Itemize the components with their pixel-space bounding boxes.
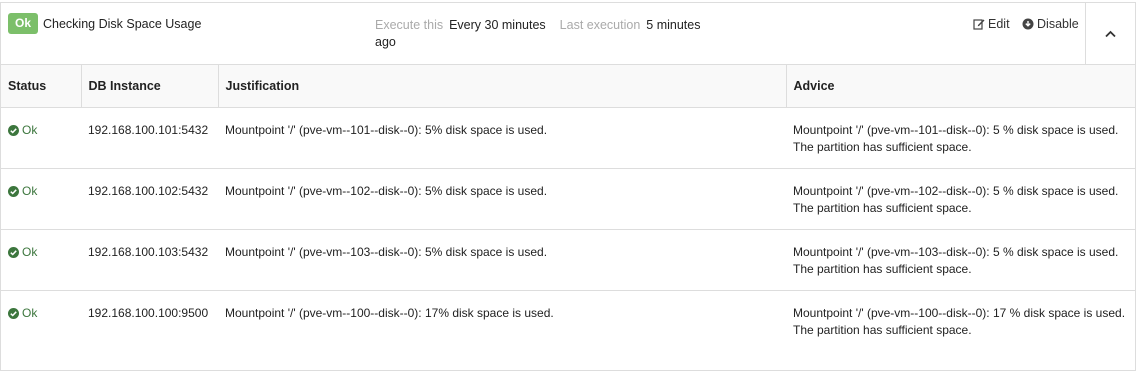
check-actions: Edit Disable (973, 17, 1079, 33)
last-execution-label: Last execution (559, 18, 641, 32)
execute-label: Execute this (375, 18, 444, 32)
edit-button[interactable]: Edit (973, 17, 1010, 31)
advice-cell: Mountpoint '/' (pve-vm--100--disk--0): 1… (793, 305, 1126, 337)
check-header: Ok Checking Disk Space Usage Execute thi… (1, 3, 1135, 65)
status-cell: Ok (1, 107, 81, 169)
advice-cell: Mountpoint '/' (pve-vm--101--disk--0): 5… (786, 107, 1135, 169)
justification-cell: Mountpoint '/' (pve-vm--102--disk--0): 5… (218, 168, 786, 230)
status-ok: Ok (8, 244, 37, 261)
db-instance-cell: 192.168.100.103:5432 (81, 229, 218, 291)
status-ok: Ok (8, 305, 37, 322)
disable-icon (1022, 18, 1034, 30)
check-circle-icon (8, 307, 19, 319)
status-cell: Ok (1, 168, 81, 230)
disable-button[interactable]: Disable (1022, 17, 1079, 31)
table-row: Ok 192.168.100.102:5432 Mountpoint '/' (… (1, 168, 1135, 230)
advice-cell: Mountpoint '/' (pve-vm--103--disk--0): 5… (786, 229, 1135, 291)
status-ok: Ok (8, 183, 37, 200)
ok-badge: Ok (8, 13, 39, 34)
disable-label: Disable (1037, 17, 1079, 31)
advice-cell: Mountpoint '/' (pve-vm--102--disk--0): 5… (786, 168, 1135, 230)
justification-cell: Mountpoint '/' (pve-vm--101--disk--0): 5… (218, 107, 786, 169)
chevron-up-icon (1105, 30, 1116, 37)
status-label: Ok (22, 305, 38, 320)
column-header-db-instance[interactable]: DB Instance (81, 65, 219, 108)
status-cell: Ok (1, 290, 81, 351)
status-label: Ok (22, 183, 38, 198)
check-circle-icon (8, 124, 19, 136)
status-cell: Ok (1, 229, 81, 291)
edit-icon (973, 19, 985, 30)
table-row: Ok 192.168.100.100:9500 Mountpoint '/' (… (1, 290, 1135, 351)
status-ok: Ok (8, 122, 37, 139)
collapse-button[interactable] (1085, 3, 1135, 64)
check-panel: Ok Checking Disk Space Usage Execute thi… (0, 2, 1136, 371)
check-title: Checking Disk Space Usage (43, 17, 202, 31)
execution-info: Execute this Every 30 minutes Last executi… (375, 17, 705, 51)
table-row: Ok 192.168.100.101:5432 Mountpoint '/' (… (1, 107, 1135, 169)
results-table: Status DB Instance Justification Advice … (1, 65, 1135, 351)
column-header-justification[interactable]: Justification (218, 65, 787, 108)
justification-cell: Mountpoint '/' (pve-vm--100--disk--0): 1… (225, 305, 554, 320)
column-header-advice[interactable]: Advice (786, 65, 1135, 108)
table-header-row: Status DB Instance Justification Advice (1, 65, 1135, 108)
check-circle-icon (8, 185, 19, 197)
justification-cell: Mountpoint '/' (pve-vm--103--disk--0): 5… (218, 229, 786, 291)
status-label: Ok (22, 122, 38, 137)
db-instance-cell: 192.168.100.102:5432 (81, 168, 218, 230)
execute-value: Every 30 minutes (449, 18, 546, 32)
db-instance-cell: 192.168.100.100:9500 (88, 305, 209, 320)
edit-label: Edit (988, 17, 1010, 31)
db-instance-cell: 192.168.100.101:5432 (81, 107, 218, 169)
column-header-status[interactable]: Status (1, 65, 82, 108)
table-row: Ok 192.168.100.103:5432 Mountpoint '/' (… (1, 229, 1135, 291)
status-label: Ok (22, 244, 38, 259)
check-circle-icon (8, 246, 19, 258)
